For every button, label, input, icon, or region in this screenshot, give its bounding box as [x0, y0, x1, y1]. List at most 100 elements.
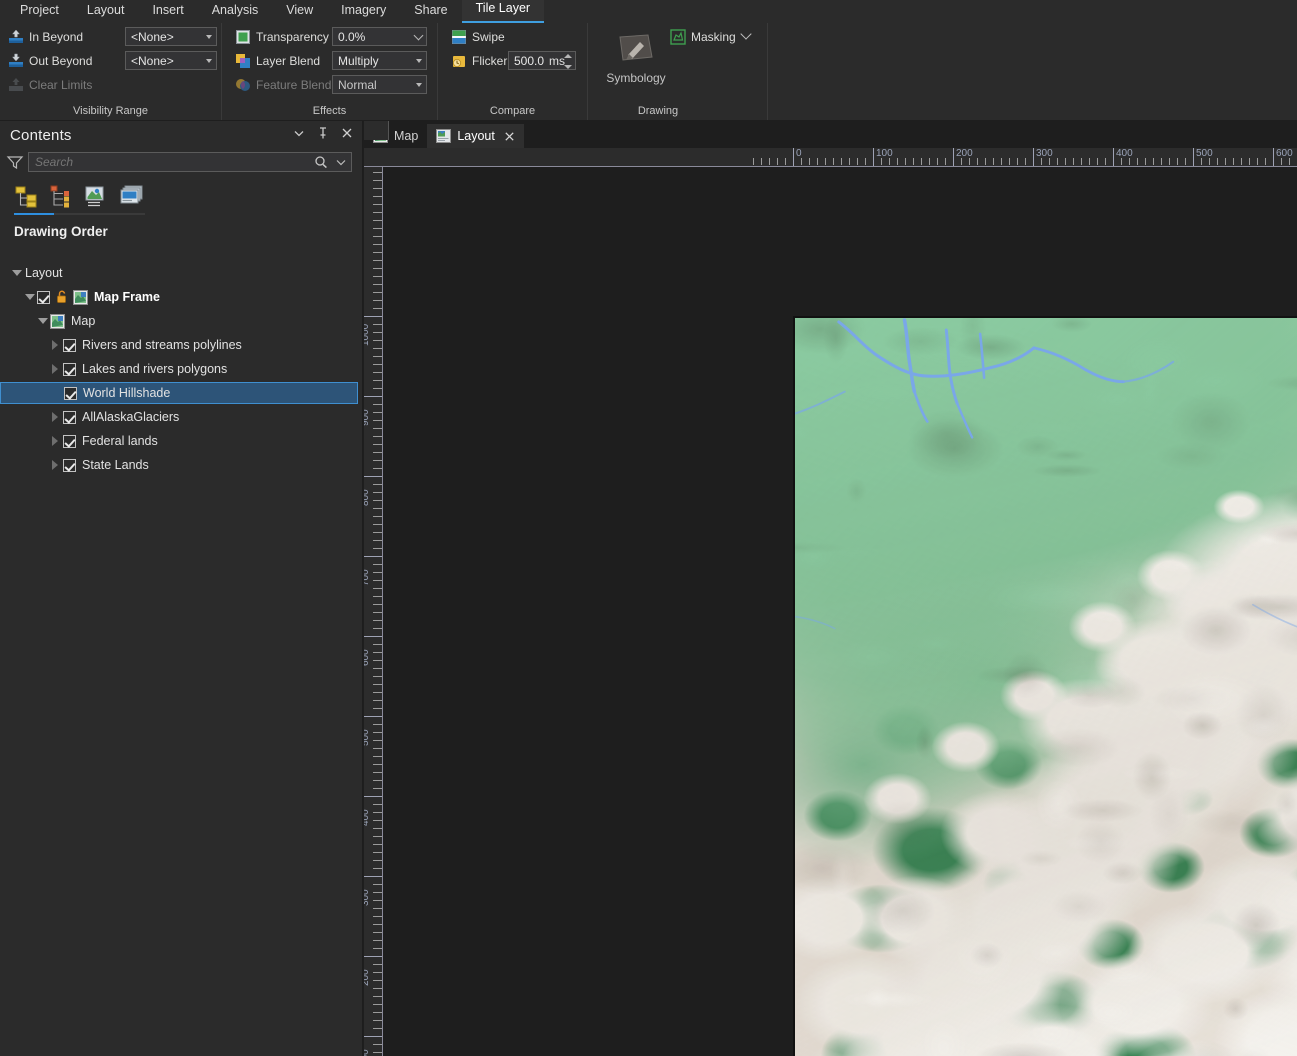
ruler-tick-minor	[373, 844, 382, 845]
layout-page[interactable]: Esri, USGS	[793, 316, 1297, 1056]
feature-blend-combo[interactable]: Normal	[332, 75, 427, 94]
flicker-label: Flicker	[472, 54, 507, 68]
close-icon[interactable]	[340, 126, 354, 140]
in-beyond-row[interactable]: In Beyond	[8, 27, 83, 47]
tree-item-label: AllAlaskaGlaciers	[82, 410, 179, 424]
ruler-tick-minor	[929, 158, 930, 165]
expander-closed-icon[interactable]	[49, 339, 61, 351]
map-frame-graphic[interactable]: Esri, USGS	[795, 318, 1297, 1056]
ruler-label: 800	[364, 489, 371, 506]
masking-chevron-down-icon[interactable]	[740, 28, 751, 39]
filter-funnel-icon[interactable]	[6, 154, 24, 170]
ruler-tick-minor	[373, 700, 382, 701]
ribbon-tab-share[interactable]: Share	[400, 0, 461, 23]
ribbon-tab-insert[interactable]: Insert	[138, 0, 197, 23]
tree-item-map-frame[interactable]: Map Frame	[0, 285, 362, 309]
layer-visibility-checkbox[interactable]	[63, 411, 76, 424]
ruler-tick-major	[364, 716, 383, 717]
tree-item-map[interactable]: Map	[0, 309, 362, 333]
layer-visibility-checkbox[interactable]	[63, 459, 76, 472]
expander-closed-icon[interactable]	[49, 435, 61, 447]
ruler-tick-minor	[373, 204, 382, 205]
tree-item-allalaskaglaciers[interactable]: AllAlaskaGlaciers	[0, 405, 362, 429]
ruler-tick-minor	[961, 158, 962, 165]
tree-item-layout[interactable]: Layout	[0, 261, 362, 285]
flicker-row[interactable]: Flicker	[451, 51, 507, 71]
out-beyond-combo[interactable]: <None>	[125, 27, 217, 46]
ruler-tick-minor	[373, 628, 382, 629]
search-input-wrapper[interactable]	[28, 152, 352, 172]
ruler-tick-minor	[373, 964, 382, 965]
list-by-drawing-order-icon[interactable]	[14, 184, 41, 209]
ribbon-tab-view[interactable]: View	[272, 0, 327, 23]
symbology-button[interactable]: Symbology	[600, 29, 672, 97]
expander-open-icon[interactable]	[23, 291, 35, 303]
ruler-tick-major	[364, 316, 383, 317]
expander-closed-icon[interactable]	[49, 363, 61, 375]
tree-item-federal-lands[interactable]: Federal lands	[0, 429, 362, 453]
layer-visibility-checkbox[interactable]	[64, 387, 77, 400]
ribbon-group-effects: Transparency 0.0% Layer Blend	[222, 23, 438, 120]
view-tab-label: Map	[394, 129, 418, 143]
ribbon-tab-layout[interactable]: Layout	[73, 0, 139, 23]
ruler-tick-minor	[1105, 158, 1106, 165]
flicker-stepper[interactable]	[563, 54, 572, 69]
tree-item-rivers-and-streams-polylines[interactable]: Rivers and streams polylines	[0, 333, 362, 357]
ruler-tick-minor	[373, 356, 382, 357]
layer-visibility-checkbox[interactable]	[37, 291, 50, 304]
ruler-tick-minor	[1137, 158, 1138, 165]
vertical-ruler[interactable]: 10009008007006005004003002001000	[364, 167, 383, 1056]
layer-visibility-checkbox[interactable]	[63, 435, 76, 448]
tree-item-state-lands[interactable]: State Lands	[0, 453, 362, 477]
transparency-row[interactable]: Transparency	[235, 27, 329, 47]
layer-visibility-checkbox[interactable]	[63, 339, 76, 352]
chevron-down-icon[interactable]	[292, 126, 306, 140]
tree-item-world-hillshade[interactable]: World Hillshade	[0, 382, 358, 404]
clear-limits-icon	[8, 77, 24, 93]
ruler-tick-minor	[373, 324, 382, 325]
search-input[interactable]	[29, 155, 351, 169]
ribbon-tab-project[interactable]: Project	[6, 0, 73, 23]
ruler-tick-minor	[753, 158, 754, 165]
masking-icon	[670, 29, 686, 45]
layer-blend-combo[interactable]: Multiply	[332, 51, 427, 70]
search-icon[interactable]	[314, 155, 328, 172]
feature-blend-row[interactable]: Feature Blend	[235, 75, 331, 95]
flicker-spinner[interactable]: 500.0 ms	[508, 51, 576, 70]
ruler-tick-minor	[373, 364, 382, 365]
expander-closed-icon[interactable]	[49, 411, 61, 423]
expander-closed-icon[interactable]	[49, 459, 61, 471]
ruler-tick-minor	[373, 1028, 382, 1029]
chevron-down-icon	[416, 83, 422, 87]
layout-canvas[interactable]: Esri, USGS	[383, 167, 1297, 1056]
in-beyond-label: In Beyond	[29, 30, 83, 44]
ruler-tick-minor	[373, 772, 382, 773]
tree-item-lakes-and-rivers-polygons[interactable]: Lakes and rivers polygons	[0, 357, 362, 381]
expander-open-icon[interactable]	[10, 267, 22, 279]
list-by-data-source-icon[interactable]	[49, 184, 76, 209]
horizontal-ruler[interactable]: 01002003004005006007008009001000	[364, 148, 1297, 167]
unlocked-padlock-icon[interactable]	[55, 290, 69, 304]
layer-blend-row[interactable]: Layer Blend	[235, 51, 320, 71]
swipe-row[interactable]: Swipe	[451, 27, 505, 47]
close-icon[interactable]	[504, 131, 515, 142]
ribbon-tab-analysis[interactable]: Analysis	[198, 0, 273, 23]
view-tab-layout[interactable]: Layout	[427, 124, 524, 148]
ruler-tick-major	[364, 956, 383, 957]
ribbon-tab-imagery[interactable]: Imagery	[327, 0, 400, 23]
clear-limits-row[interactable]: Clear Limits	[8, 75, 92, 95]
layer-visibility-checkbox[interactable]	[63, 363, 76, 376]
ruler-tick-minor	[373, 572, 382, 573]
list-by-selection-icon[interactable]	[84, 184, 111, 209]
ribbon-tab-tile-layer[interactable]: Tile Layer	[462, 0, 544, 23]
transparency-combo[interactable]: 0.0%	[332, 27, 427, 46]
expander-open-icon[interactable]	[36, 315, 48, 327]
ruler-tick-minor	[373, 980, 382, 981]
masking-button[interactable]: Masking	[670, 27, 750, 47]
ruler-tick-minor	[1161, 158, 1162, 165]
search-dropdown-chevron-down-icon[interactable]	[335, 156, 347, 171]
in-beyond-combo[interactable]: <None>	[125, 51, 217, 70]
list-by-snapping-icon[interactable]	[119, 184, 146, 209]
out-beyond-row[interactable]: Out Beyond	[8, 51, 92, 71]
pin-icon[interactable]	[316, 126, 330, 140]
